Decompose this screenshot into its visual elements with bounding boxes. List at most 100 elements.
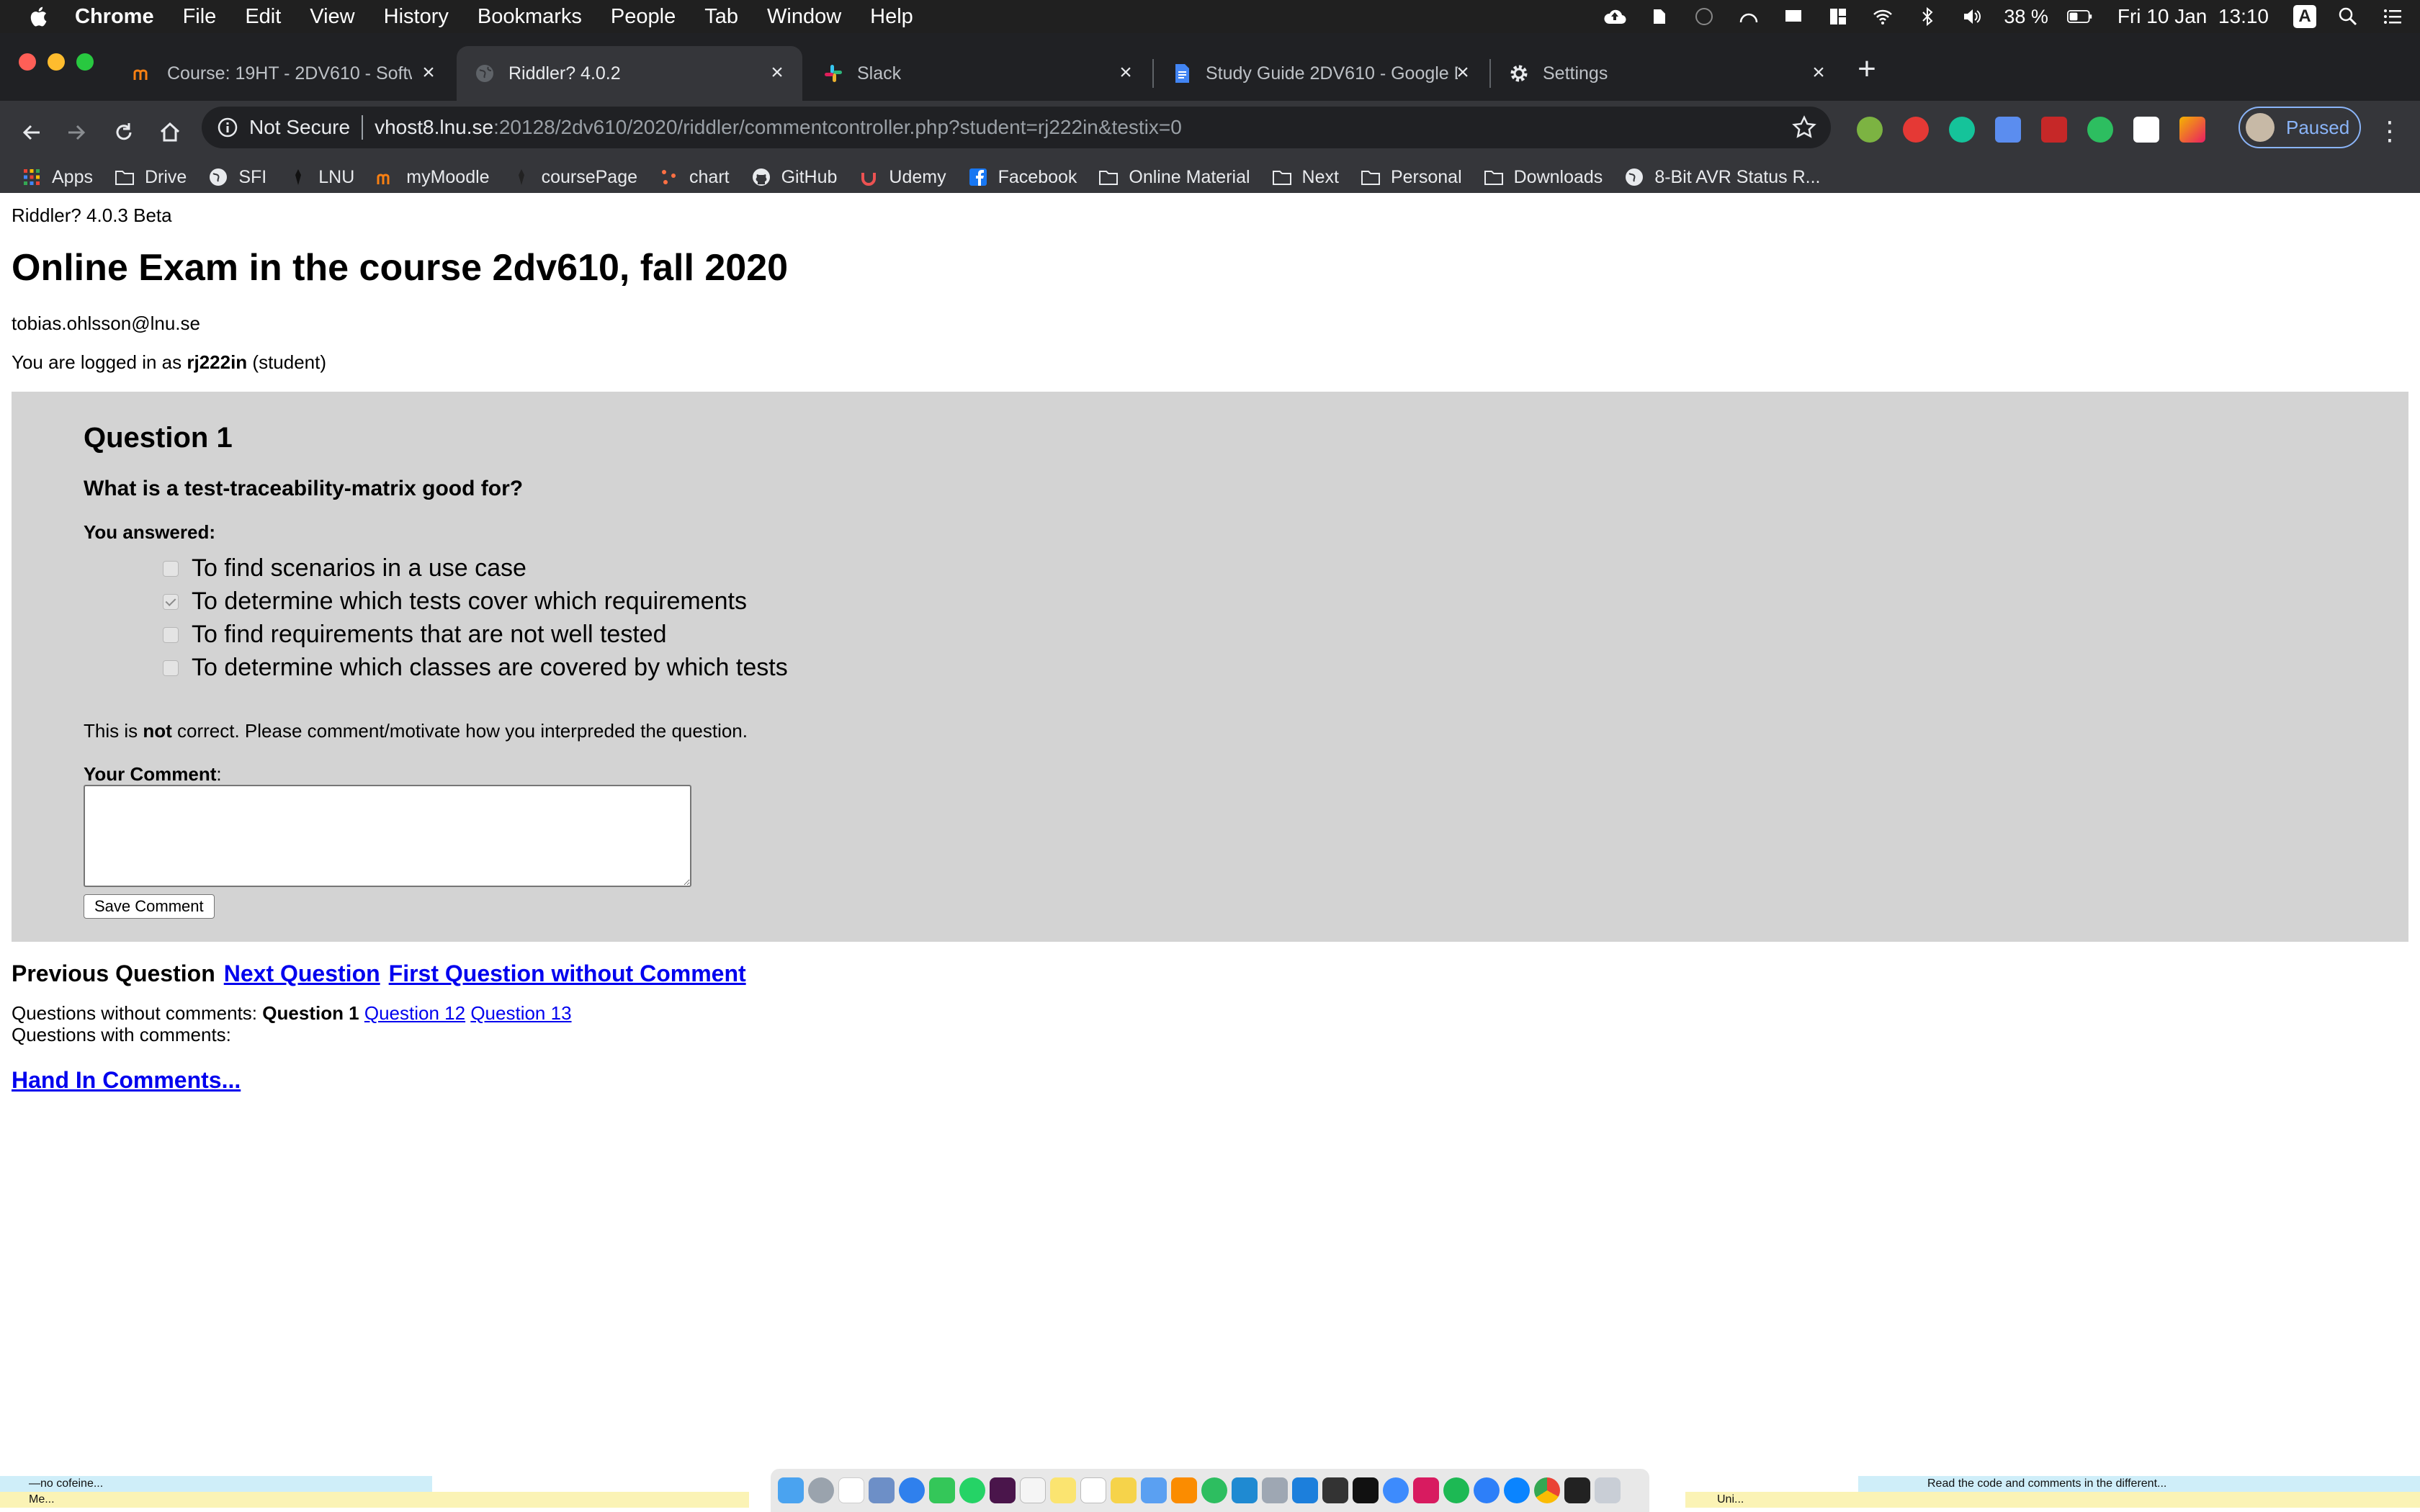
extension-translate-icon[interactable] <box>1995 117 2021 143</box>
bookmark-github[interactable]: GitHub <box>751 166 837 189</box>
close-tab-icon[interactable]: × <box>1809 62 1828 84</box>
stickies-icon[interactable] <box>1111 1477 1137 1503</box>
terminal-icon[interactable] <box>1353 1477 1379 1503</box>
extension-notion-icon[interactable] <box>2133 117 2159 143</box>
slack-icon[interactable] <box>990 1477 1016 1503</box>
whatsapp-icon[interactable] <box>959 1477 985 1503</box>
bookmark-mymoodle[interactable]: myMoodle <box>376 166 490 189</box>
spotlight-search-icon[interactable] <box>2335 6 2361 27</box>
close-tab-icon[interactable]: × <box>768 62 786 84</box>
new-tab-button[interactable]: + <box>1852 53 1881 85</box>
next-question-link[interactable]: Next Question <box>224 960 380 987</box>
bookmark-apps[interactable]: Apps <box>22 166 93 189</box>
bookmark-drive[interactable]: Drive <box>115 166 187 189</box>
bookmark-online-material[interactable]: Online Material <box>1098 166 1250 189</box>
finder-icon[interactable] <box>778 1477 804 1503</box>
messages-icon[interactable] <box>929 1477 955 1503</box>
calendar-icon[interactable] <box>838 1477 864 1503</box>
dash-icon[interactable] <box>1691 6 1717 27</box>
tab-study-guide[interactable]: Study Guide 2DV610 - Google D × <box>1154 46 1488 101</box>
chrome-icon[interactable] <box>1534 1477 1560 1503</box>
extension-grammarly-icon[interactable] <box>1949 117 1975 143</box>
extension-adblock-icon[interactable] <box>1903 117 1929 143</box>
photo-booth-icon[interactable] <box>1413 1477 1439 1503</box>
cloud-upload-icon[interactable] <box>1602 6 1628 27</box>
info-icon[interactable] <box>216 116 239 139</box>
extension-evernote-icon[interactable] <box>2087 117 2113 143</box>
volume-icon[interactable] <box>1959 6 1985 27</box>
menu-app-name[interactable]: Chrome <box>75 5 154 29</box>
notification-center-icon[interactable] <box>2380 6 2406 27</box>
bookmark-star-icon[interactable] <box>1792 115 1816 140</box>
vscode-icon[interactable] <box>1232 1477 1258 1503</box>
downloads-stack-icon[interactable] <box>1564 1477 1590 1503</box>
menu-window[interactable]: Window <box>767 5 841 29</box>
hand-in-comments-link[interactable]: Hand In Comments... <box>12 1067 241 1094</box>
window-tiling-icon[interactable] <box>1825 6 1851 27</box>
bookmark-downloads[interactable]: Downloads <box>1484 166 1603 189</box>
home-button[interactable] <box>153 115 187 150</box>
url-host[interactable]: vhost8.lnu.se <box>375 116 493 139</box>
bluetooth-icon[interactable] <box>1914 6 1940 27</box>
bookmark-personal[interactable]: Personal <box>1361 166 1462 189</box>
chrome-menu-icon[interactable]: ⋮ <box>2377 115 2403 150</box>
bookmark-next[interactable]: Next <box>1272 166 1339 189</box>
close-tab-icon[interactable]: × <box>1453 62 1472 84</box>
profile-button[interactable]: Paused <box>2238 107 2361 148</box>
evernote-icon[interactable] <box>1646 6 1672 27</box>
extension-reader-icon[interactable] <box>2041 117 2067 143</box>
close-tab-icon[interactable]: × <box>1116 62 1135 84</box>
input-source-indicator[interactable]: A <box>2293 5 2316 28</box>
bookmark-facebook[interactable]: Facebook <box>968 166 1077 189</box>
question-link[interactable]: Question 12 <box>364 1002 465 1024</box>
extension-check-icon[interactable] <box>1857 117 1883 143</box>
evernote-icon[interactable] <box>1201 1477 1227 1503</box>
activity-monitor-icon[interactable] <box>1322 1477 1348 1503</box>
messenger-icon[interactable] <box>899 1477 925 1503</box>
preview-icon[interactable] <box>869 1477 895 1503</box>
url-path[interactable]: :20128/2dv610/2020/riddler/commentcontro… <box>493 116 1182 139</box>
messenger-icon[interactable] <box>1504 1477 1530 1503</box>
menu-view[interactable]: View <box>310 5 354 29</box>
menubar-clock[interactable]: Fri 10 Jan 13:10 <box>2118 5 2269 28</box>
address-bar[interactable]: Not Secure vhost8.lnu.se:20128/2dv610/20… <box>202 107 1831 148</box>
tab-moodle-course[interactable]: Course: 19HT - 2DV610 - Softwa × <box>115 46 454 101</box>
sketch-icon[interactable] <box>1171 1477 1197 1503</box>
menu-help[interactable]: Help <box>870 5 913 29</box>
forward-button[interactable] <box>59 115 94 150</box>
app-store-icon[interactable] <box>1474 1477 1500 1503</box>
bookmark-coursepage[interactable]: coursePage <box>511 166 637 189</box>
trash-icon[interactable] <box>1595 1477 1621 1503</box>
menu-history[interactable]: History <box>384 5 449 29</box>
spotify-icon[interactable] <box>1443 1477 1469 1503</box>
menu-bookmarks[interactable]: Bookmarks <box>478 5 582 29</box>
back-button[interactable] <box>14 115 49 150</box>
minimize-window-button[interactable] <box>48 53 65 71</box>
first-question-without-comment-link[interactable]: First Question without Comment <box>389 960 746 987</box>
tab-settings[interactable]: Settings × <box>1491 46 1844 101</box>
launchpad-icon[interactable] <box>808 1477 834 1503</box>
extension-w-icon[interactable] <box>2179 117 2205 143</box>
wifi-icon[interactable] <box>1870 6 1896 27</box>
apple-menu-icon[interactable] <box>27 4 49 29</box>
mail-icon[interactable] <box>1141 1477 1167 1503</box>
reload-button[interactable] <box>107 115 141 150</box>
keyboard-icon[interactable] <box>1262 1477 1288 1503</box>
close-window-button[interactable] <box>19 53 36 71</box>
bookmark-sfi[interactable]: SFI <box>208 166 266 189</box>
tab-riddler[interactable]: Riddler? 4.0.2 × <box>457 46 802 101</box>
textedit-icon[interactable] <box>1080 1477 1106 1503</box>
close-tab-icon[interactable]: × <box>419 62 438 84</box>
comment-textarea[interactable] <box>84 785 691 887</box>
bookmark-chart[interactable]: chart <box>659 166 730 189</box>
menu-tab[interactable]: Tab <box>704 5 738 29</box>
menu-edit[interactable]: Edit <box>245 5 281 29</box>
save-comment-button[interactable]: Save Comment <box>84 894 215 919</box>
question-link[interactable]: Question 13 <box>470 1002 571 1024</box>
battery-icon[interactable] <box>2066 6 2093 27</box>
document-icon[interactable] <box>1020 1477 1046 1503</box>
menu-people[interactable]: People <box>611 5 676 29</box>
xcode-icon[interactable] <box>1292 1477 1318 1503</box>
tab-slack[interactable]: Slack × <box>805 46 1151 101</box>
bookmark-lnu[interactable]: LNU <box>288 166 354 189</box>
